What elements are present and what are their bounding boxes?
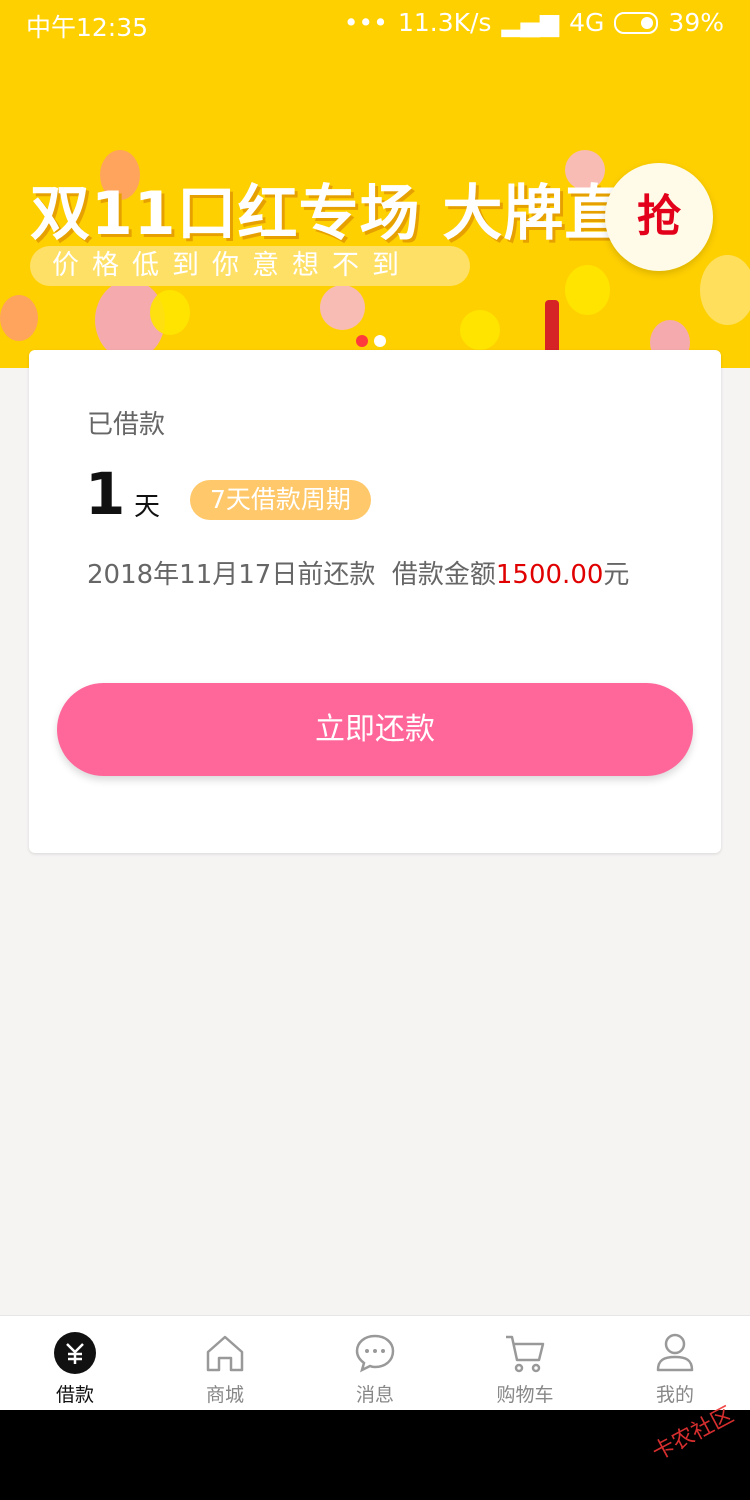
network-type: 4G [569,8,605,37]
tab-cart[interactable]: 购物车 [450,1316,600,1411]
signal-icon: ▂▄▆ [501,8,560,37]
due-date-text: 2018年11月17日前还款 [87,560,376,590]
amount-label: 借款金额 [391,560,496,590]
amount-unit: 元 [603,560,630,590]
loan-days-unit: 天 [134,492,161,522]
tab-messages-label: 消息 [355,1384,394,1406]
tab-mall[interactable]: 商城 [150,1316,300,1411]
network-speed: 11.3K/s [397,8,492,37]
balloon-decoration [460,310,500,350]
status-right: ••• 11.3K/s ▂▄▆ 4G 39% [344,8,724,37]
repay-now-button[interactable]: 立即还款 [57,683,693,776]
tab-loan-label: 借款 [55,1384,94,1406]
balloon-decoration [150,290,190,335]
grab-button-label: 抢 [637,191,681,242]
more-dots-icon: ••• [343,8,388,37]
home-icon [206,1335,244,1372]
grab-button[interactable]: 抢 [605,163,713,271]
promo-banner[interactable]: 中午12:35 ••• 11.3K/s ▂▄▆ 4G 39% 双11口红专场 大… [0,0,750,368]
carousel-dot[interactable] [356,335,368,347]
battery-icon [614,11,659,34]
tab-profile-label: 我的 [655,1384,694,1406]
balloon-decoration [565,265,610,315]
yuan-icon [54,1332,96,1374]
banner-subtitle: 价格低到你意想不到 [30,246,470,286]
banner-title: 双11口红专场 大牌直降 [30,179,687,249]
carousel-indicator[interactable] [356,335,386,347]
chat-icon [355,1334,395,1373]
tab-messages[interactable]: 消息 [300,1316,450,1411]
balloon-decoration [700,255,750,325]
balloon-decoration [0,295,38,341]
loan-status-label: 已借款 [87,410,166,440]
battery-level: 39% [668,8,724,37]
tab-profile[interactable]: 我的 [600,1316,750,1411]
cart-icon [506,1335,545,1373]
user-icon [656,1333,694,1372]
loan-cycle-badge: 7天借款周期 [190,480,371,520]
loan-info-line: 2018年11月17日前还款 借款金额1500.00元 [87,554,629,591]
loan-days-number: 1 [85,460,126,528]
tab-loan[interactable]: 借款 [0,1316,150,1411]
balloon-decoration [320,285,365,330]
tab-cart-label: 购物车 [496,1384,554,1406]
carousel-dot[interactable] [374,335,386,347]
bottom-tab-bar: 借款 商城 消息 购物车 我的 [0,1315,750,1411]
amount-value: 1500.00 [495,560,604,590]
tab-mall-label: 商城 [205,1384,244,1406]
system-nav-bar [0,1410,750,1500]
status-bar: 中午12:35 ••• 11.3K/s ▂▄▆ 4G 39% [0,0,750,50]
status-time: 中午12:35 [26,13,149,42]
loan-card: 已借款 1 天 7天借款周期 2018年11月17日前还款 借款金额1500.0… [29,350,721,853]
